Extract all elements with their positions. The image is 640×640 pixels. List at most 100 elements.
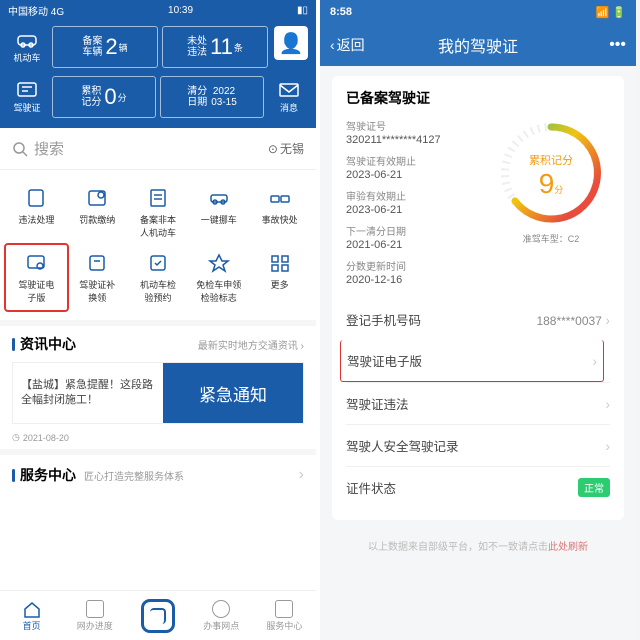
grid-register-others-vehicle[interactable]: 备案非本 人机动车 [128, 180, 189, 245]
news-section-header[interactable]: 资讯中心 最新实时地方交通资讯 › [0, 320, 316, 358]
service-section-header[interactable]: 服务中心 匠心打造完整服务体系 › [0, 449, 316, 495]
app-header: 机动车 备案 车辆 2 辆 未处 违法 11 条 👤 驾驶证 [0, 20, 316, 128]
card-unit: 辆 [119, 41, 128, 54]
info-value: 2021-06-21 [346, 239, 482, 251]
info-value: 2023-06-21 [346, 204, 482, 216]
grid-label: 违法处理 [18, 215, 54, 225]
grid-accident-quick[interactable]: 事故快处 [249, 180, 310, 245]
info-label: 驾驶证有效期止 [346, 153, 482, 168]
reset-date-card[interactable]: 清分 日期 2022 03-15 [160, 76, 264, 118]
points-gauge: 累积记分 9分 准驾车型：C2 [492, 118, 610, 293]
messages-button[interactable]: 消息 [270, 76, 308, 118]
card-label: 备案 车辆 [82, 36, 102, 58]
grid-electronic-license[interactable]: 驾驶证电 子版 [4, 243, 69, 312]
grid-label: 事故快处 [262, 215, 298, 225]
row-phone-number[interactable]: 登记手机号码 188****0037 › [346, 299, 610, 340]
tab-services[interactable]: 服务中心 [253, 591, 316, 640]
news-timestamp: ◷ 2021-08-20 [0, 432, 316, 449]
chevron-right-icon: › [301, 341, 304, 352]
avatar[interactable]: 👤 [274, 26, 308, 60]
tab-home[interactable]: 首页 [0, 591, 63, 640]
card-number: 11 [210, 34, 233, 60]
row-driving-record[interactable]: 驾驶人安全驾驶记录 › [346, 424, 610, 466]
chevron-right-icon: › [605, 438, 610, 454]
location-icon: ⊙ [268, 142, 278, 156]
tab-scan[interactable] [126, 591, 189, 640]
grid-license-reissue[interactable]: 驾驶证补 换领 [67, 245, 128, 310]
grid-label: 机动车检 验预约 [140, 280, 176, 303]
grid-fine-payment[interactable]: 罚款缴纳 [67, 180, 128, 245]
move-car-icon [208, 188, 230, 208]
tab-progress[interactable]: 网办进度 [63, 591, 126, 640]
grid-more[interactable]: 更多 [249, 245, 310, 310]
form-icon [147, 188, 169, 208]
row-value: 188****0037 [536, 314, 601, 328]
nav-bar: ‹ 返回 我的驾驶证 ••• [320, 24, 636, 66]
id-card-icon [16, 81, 38, 99]
search-bar[interactable]: 搜索 ⊙ 无锡 [0, 128, 316, 170]
refresh-link[interactable]: 此处刷新 [548, 542, 588, 553]
page-title: 我的驾驶证 [320, 33, 636, 57]
grid-move-car[interactable]: 一键挪车 [188, 180, 249, 245]
search-icon [12, 141, 28, 157]
status-bar: 8:58 📶 🔋 [320, 0, 636, 24]
vehicle-icon-button[interactable]: 机动车 [8, 26, 46, 68]
pay-icon [86, 188, 108, 208]
row-electronic-license[interactable]: 驾驶证电子版 › [340, 340, 604, 382]
left-phone: 中国移动 4G 10:39 ▮▯ 机动车 备案 车辆 2 辆 未处 违法 11 … [0, 0, 318, 640]
grid-violation-handling[interactable]: 违法处理 [6, 180, 67, 245]
accumulated-points-card[interactable]: 累积 记分 0 分 [52, 76, 156, 118]
car-icon [16, 31, 38, 49]
scan-icon [141, 599, 175, 633]
row-label: 驾驶证电子版 [347, 351, 422, 370]
row-electronic-license-wrap: 驾驶证电子版 › [346, 340, 610, 382]
tab-offices[interactable]: 办事网点 [190, 591, 253, 640]
info-value: 320211********4127 [346, 134, 482, 146]
row-label: 驾驶证违法 [346, 394, 409, 413]
grid-inspection-exempt[interactable]: 免检车申领 检验标志 [188, 245, 249, 310]
row-label: 驾驶人安全驾驶记录 [346, 436, 459, 455]
license-icon-button[interactable]: 驾驶证 [8, 76, 46, 118]
news-card[interactable]: 【盐城】紧急提醒！这段路全幅封闭施工！ 紧急通知 [12, 362, 304, 424]
row-label: 登记手机号码 [346, 310, 421, 329]
card-label: 未处 违法 [187, 36, 207, 58]
pending-violations-card[interactable]: 未处 违法 11 条 [162, 26, 268, 68]
clock-icon: ◷ [12, 432, 20, 443]
status-badge: 正常 [578, 478, 610, 497]
grid-label: 更多 [271, 280, 289, 290]
tab-label: 网办进度 [77, 619, 113, 632]
function-grid: 违法处理 罚款缴纳 备案非本 人机动车 一键挪车 事故快处 驾驶证电 子版 驾驶… [0, 170, 316, 320]
page-body: 已备案驾驶证 驾驶证号320211********4127 驾驶证有效期止202… [320, 66, 636, 640]
registered-vehicles-card[interactable]: 备案 车辆 2 辆 [52, 26, 158, 68]
info-label: 驾驶证号 [346, 118, 482, 133]
section-title: 服务中心 [20, 467, 76, 483]
options-list: 登记手机号码 188****0037 › 驾驶证电子版 › 驾驶证违法 › 驾驶… [346, 299, 610, 508]
license-label: 驾驶证 [13, 101, 40, 114]
city-selector[interactable]: ⊙ 无锡 [268, 140, 304, 157]
footer-note: 以上数据来自部级平台，如不一致请点击此处刷新 [332, 538, 624, 553]
card-label: 累积 记分 [81, 86, 101, 108]
footer-text: 以上数据来自部级平台，如不一致请点击 [368, 542, 548, 553]
messages-label: 消息 [280, 101, 298, 114]
grid-inspection-booking[interactable]: 机动车检 验预约 [128, 245, 189, 310]
accident-icon [269, 188, 291, 208]
section-subtitle: 匠心打造完整服务体系 [84, 468, 291, 483]
chevron-right-icon: › [605, 312, 610, 328]
row-license-violations[interactable]: 驾驶证违法 › [346, 382, 610, 424]
card-number: 0 [104, 84, 116, 110]
more-button[interactable]: ••• [609, 36, 626, 54]
tab-label: 办事网点 [203, 619, 239, 632]
battery-icon: 📶 🔋 [596, 6, 626, 19]
info-value: 2023-06-21 [346, 169, 482, 181]
gauge-label: 累积记分 [492, 152, 610, 168]
more-icon [269, 253, 291, 273]
grid-label: 一键挪车 [201, 215, 237, 225]
tab-label: 首页 [23, 619, 41, 632]
grid-label: 驾驶证电 子版 [18, 280, 54, 303]
card-unit: 条 [234, 41, 243, 54]
info-label: 审验有效期止 [346, 188, 482, 203]
elicense-icon [25, 253, 47, 273]
city-name: 无锡 [280, 140, 304, 157]
battery-icon: ▮▯ [297, 5, 308, 16]
license-card: 已备案驾驶证 驾驶证号320211********4127 驾驶证有效期止202… [332, 76, 624, 520]
